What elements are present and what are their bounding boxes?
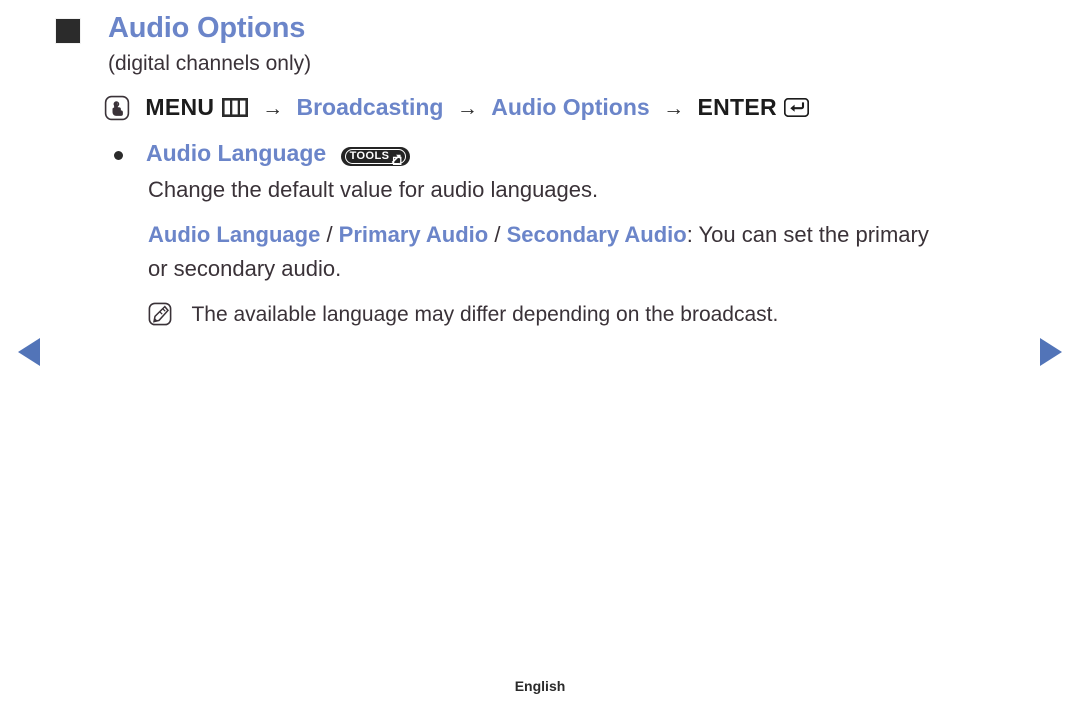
path-step-audio-options: Audio Options (491, 93, 650, 120)
path-arrow-3: → (663, 96, 685, 120)
note-pencil-icon (148, 302, 172, 326)
option-label: Audio Language (146, 139, 327, 166)
menu-path-breadcrumb: MENU → Broadcasting → Audio Options → EN… (0, 77, 1080, 122)
path-arrow-1: → (262, 96, 284, 120)
note-text: The available language may differ depend… (191, 303, 779, 327)
filled-square-bullet-icon (56, 19, 80, 43)
value-primary-audio: Primary Audio (338, 222, 489, 248)
prev-page-arrow[interactable] (18, 338, 40, 366)
value-separator-2: / (488, 222, 507, 248)
tools-badge: TOOLS (340, 146, 411, 166)
option-values-paragraph: Audio Language / Primary Audio / Seconda… (0, 204, 1080, 286)
page-title: Audio Options (108, 12, 306, 44)
value-audio-language: Audio Language (148, 222, 321, 248)
option-item-audio-language: Audio Language TOOLS (0, 122, 1080, 168)
option-description: Change the default value for audio langu… (148, 177, 599, 203)
enter-button-label: ENTER (697, 93, 777, 120)
note-row: The available language may differ depend… (0, 286, 1080, 328)
path-arrow-2: → (456, 96, 478, 120)
path-step-broadcasting: Broadcasting (296, 93, 444, 120)
tools-arrow-icon (391, 151, 402, 165)
press-hand-icon (104, 95, 130, 121)
section-subtitle: (digital channels only) (108, 52, 312, 76)
menu-button-label: MENU (145, 93, 215, 120)
enter-return-icon (784, 95, 810, 117)
manual-content: Audio Options (digital channels only) ME… (0, 0, 1080, 329)
value-separator-1: / (320, 222, 339, 248)
round-dot-bullet-icon (114, 150, 123, 160)
section-heading: Audio Options (0, 0, 1080, 45)
footer-language: English (514, 678, 566, 694)
value-secondary-audio: Secondary Audio (506, 222, 687, 248)
next-page-arrow[interactable] (1040, 338, 1062, 366)
menu-grid-icon (221, 95, 248, 117)
tools-badge-label: TOOLS (349, 149, 390, 162)
